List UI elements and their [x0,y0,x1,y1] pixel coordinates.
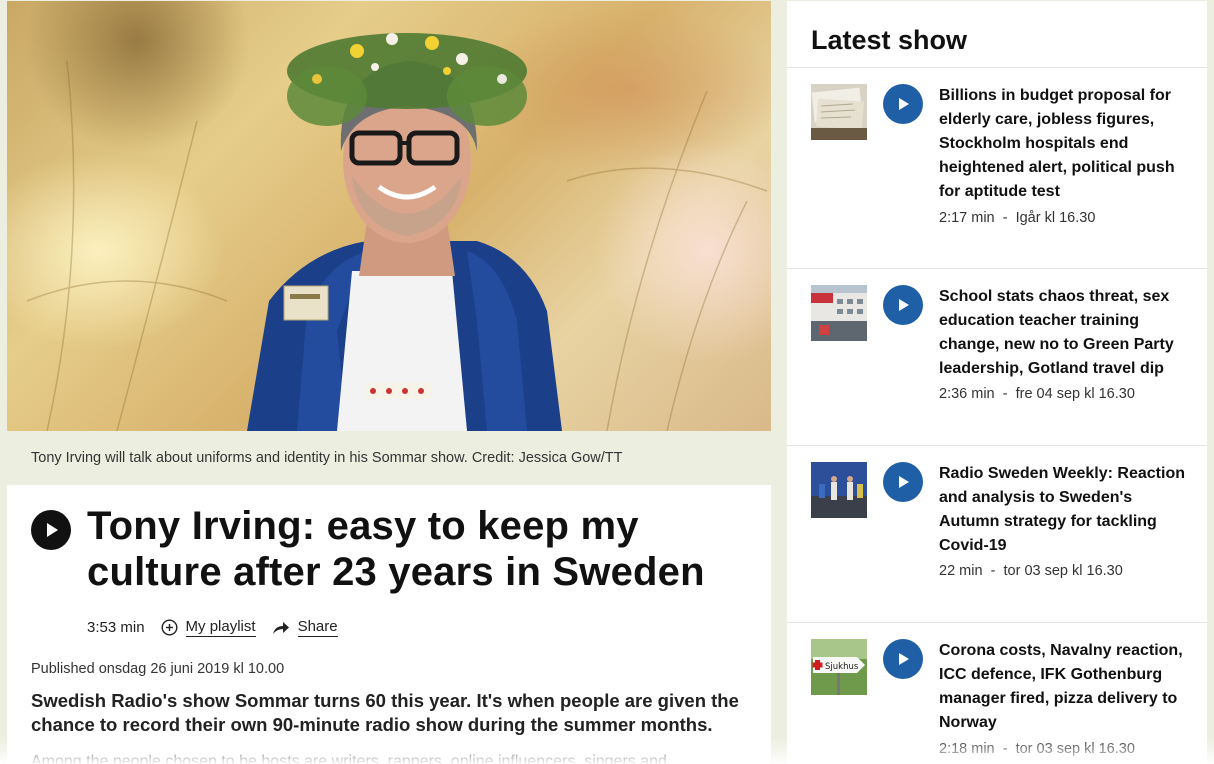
show-play-button[interactable] [883,639,923,679]
play-icon [899,98,909,110]
show-duration: 22 min [939,563,983,579]
article-title: Tony Irving: easy to keep my culture aft… [87,504,705,594]
latest-show-sidebar: Latest show Billions in budget proposal … [787,1,1207,764]
sidebar-heading: Latest show [787,1,1207,68]
image-caption-bar: Tony Irving will talk about uniforms and… [7,431,771,485]
meta-separator: - [1002,210,1008,226]
show-list-item[interactable]: Sjukhus Corona costs, Navalny reaction, … [787,623,1207,764]
show-thumbnail [811,462,867,518]
article-lead: Swedish Radio's show Sommar turns 60 thi… [31,690,739,735]
show-date: tor 03 sep kl 16.30 [1015,741,1135,757]
show-title[interactable]: Billions in budget proposal for elderly … [939,84,1187,204]
hospital-sign-thumbnail: Sjukhus [811,639,867,695]
show-thumbnail: Sjukhus [811,639,867,695]
my-playlist-label: My playlist [185,618,256,637]
meta-separator: - [1002,386,1008,402]
budget-papers-thumbnail [811,84,867,140]
show-meta: 2:36 min - fre 04 sep kl 16.30 [939,386,1135,402]
show-thumbnail [811,285,867,341]
show-date: Igår kl 16.30 [1015,210,1096,226]
play-icon [899,299,909,311]
show-list-item[interactable]: Radio Sweden Weekly: Reaction and analys… [787,446,1207,623]
show-date: fre 04 sep kl 16.30 [1015,386,1135,402]
sign-text: Sjukhus [825,662,859,672]
show-title[interactable]: School stats chaos threat, sex education… [939,285,1187,381]
article-body: Tony Irving: easy to keep my culture aft… [7,485,771,764]
show-duration: 2:36 min [939,386,995,402]
share-arrow-icon [272,621,289,634]
show-list-item[interactable]: School stats chaos threat, sex education… [787,269,1207,446]
show-play-button[interactable] [883,84,923,124]
share-label: Share [297,618,338,637]
article-duration: 3:53 min [87,619,145,636]
show-title[interactable]: Radio Sweden Weekly: Reaction and analys… [939,462,1187,558]
play-icon [47,523,58,537]
published-date: Published onsdag 26 juni 2019 kl 10.00 [31,661,285,677]
my-playlist-button[interactable]: My playlist [161,618,256,637]
play-icon [899,653,909,665]
meta-separator: - [990,563,996,579]
show-date: tor 03 sep kl 16.30 [1003,563,1123,579]
article-paragraph: Among the people chosen to be hosts are … [31,753,667,764]
show-duration: 2:17 min [939,210,995,226]
show-meta: 2:17 min - Igår kl 16.30 [939,210,1095,226]
image-caption: Tony Irving will talk about uniforms and… [31,450,623,466]
show-meta: 22 min - tor 03 sep kl 16.30 [939,563,1123,579]
show-list-item[interactable]: Billions in budget proposal for elderly … [787,68,1207,269]
article-meta-row: 3:53 min My playlist Share [87,618,354,637]
show-duration: 2:18 min [939,741,995,757]
show-meta: 2:18 min - tor 03 sep kl 16.30 [939,741,1135,757]
show-thumbnail [811,84,867,140]
hero-image [7,1,771,431]
school-building-thumbnail [811,285,867,341]
play-icon [899,476,909,488]
meta-separator: - [1002,741,1008,757]
plus-circle-icon [161,619,178,636]
show-play-button[interactable] [883,462,923,502]
show-play-button[interactable] [883,285,923,325]
hero-photo-illustration [26,33,768,431]
press-conference-thumbnail [811,462,867,518]
show-title[interactable]: Corona costs, Navalny reaction, ICC defe… [939,639,1187,735]
share-button[interactable]: Share [272,618,338,637]
main-play-button[interactable] [31,510,71,550]
